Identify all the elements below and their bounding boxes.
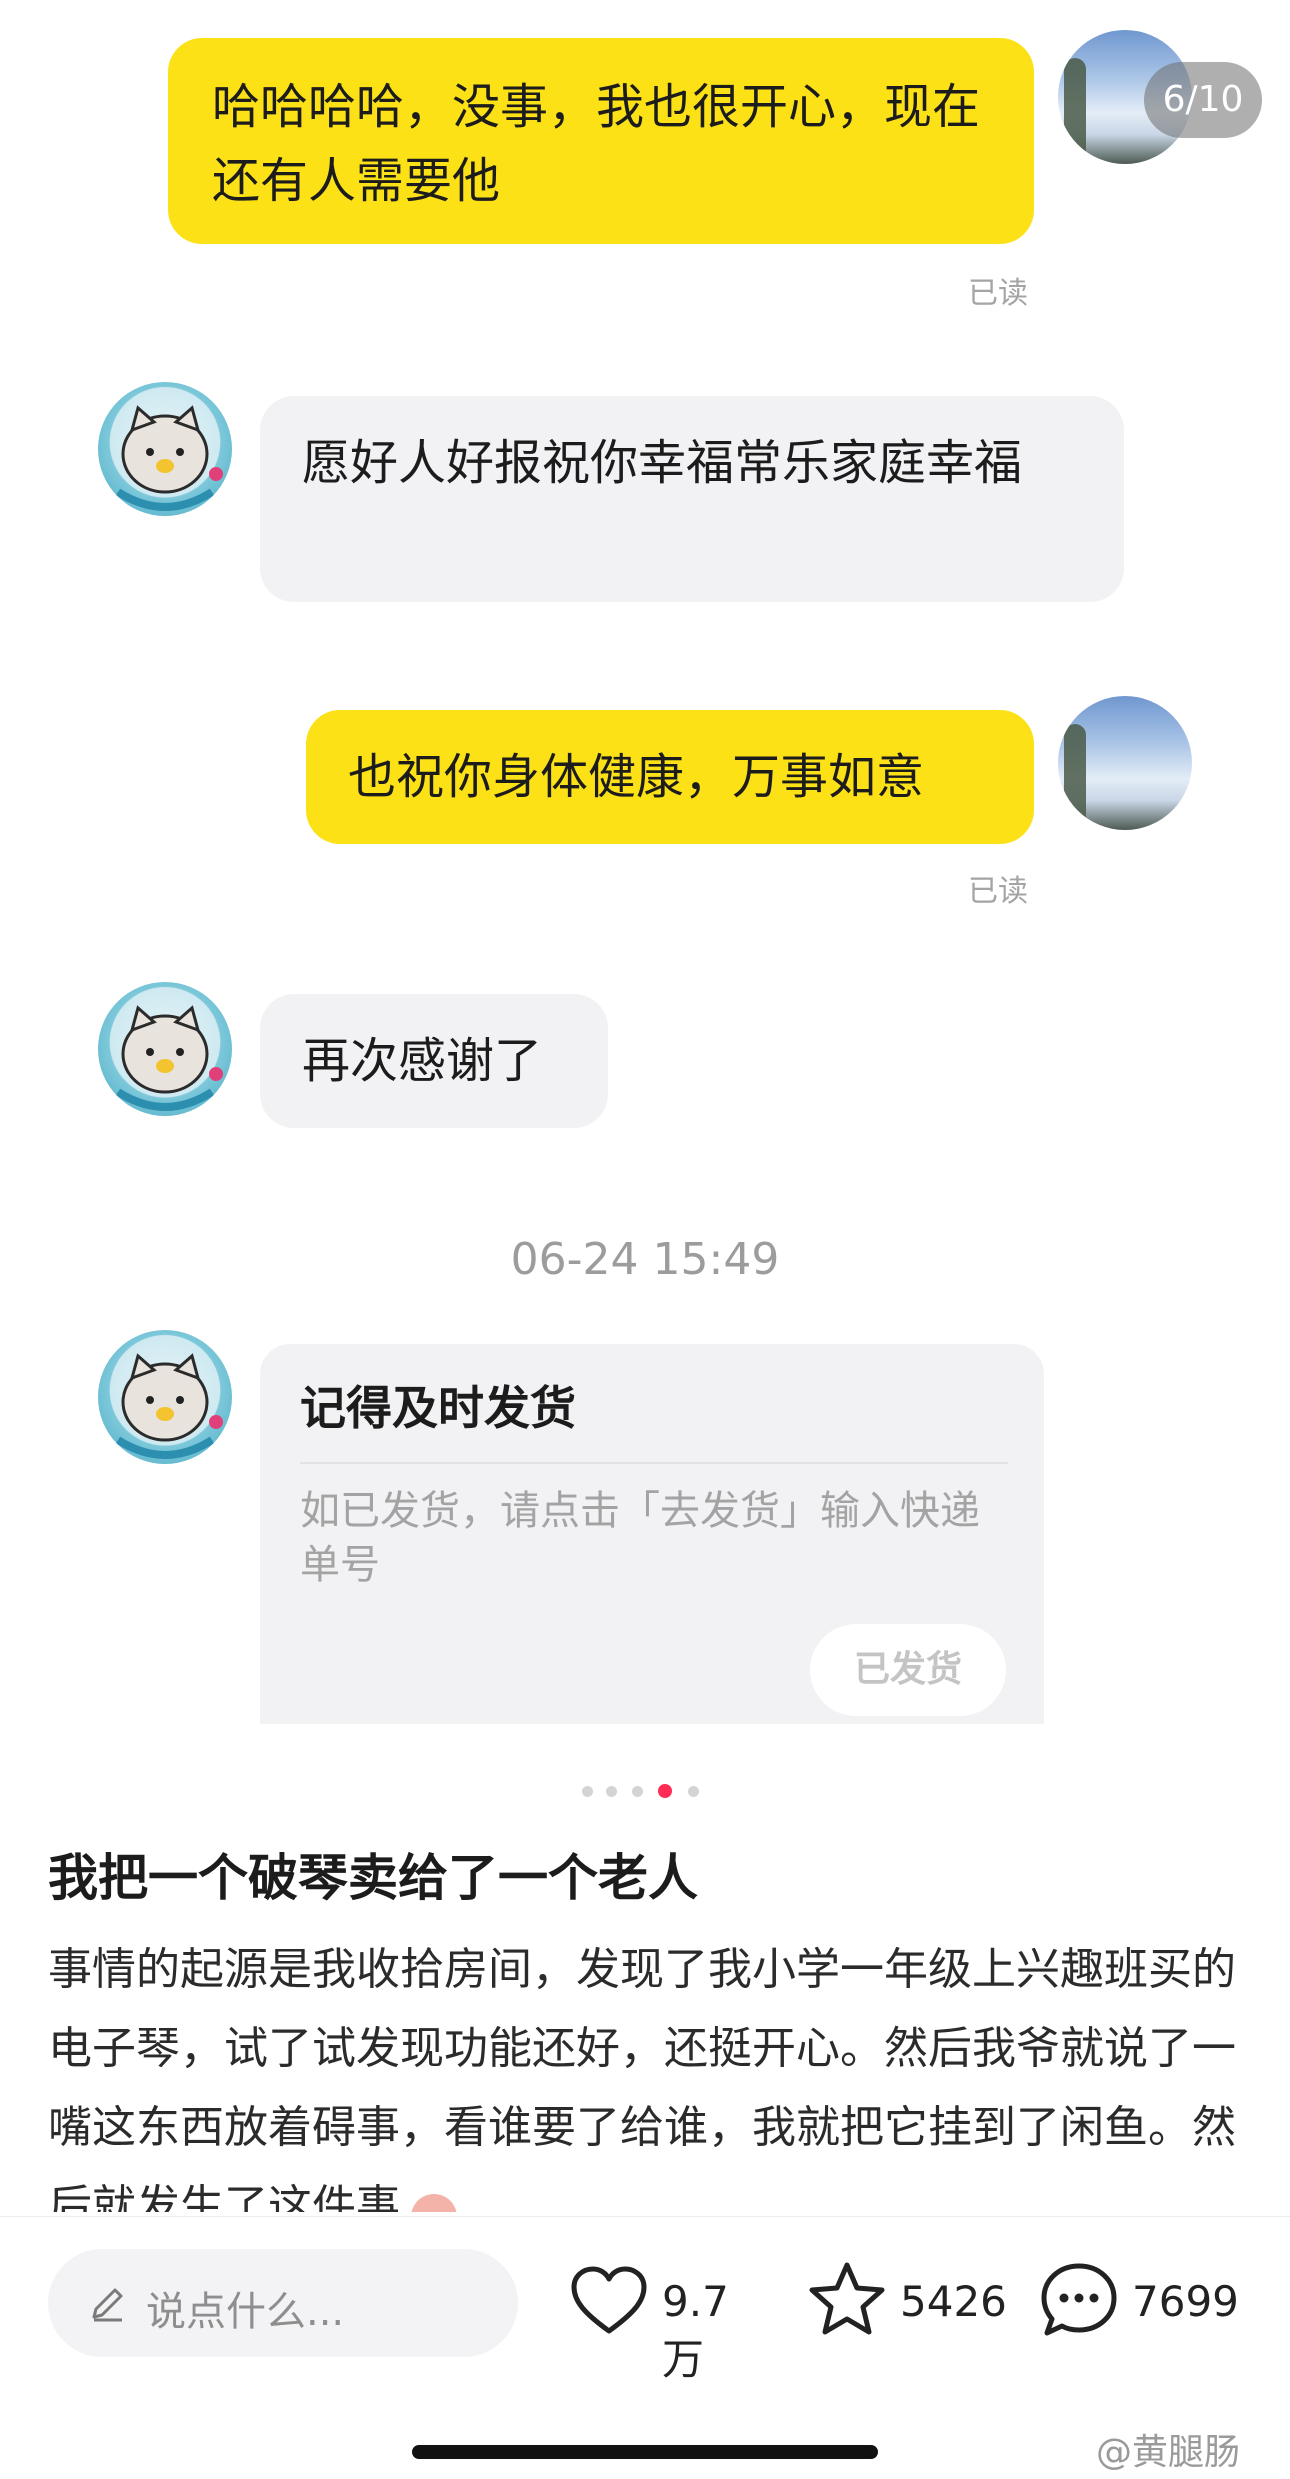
- comment-count: 7699: [1132, 2277, 1239, 2326]
- cat-icon: [115, 405, 223, 511]
- post-title: 我把一个破琴卖给了一个老人: [48, 1849, 698, 1907]
- card-title: 记得及时发货: [300, 1381, 576, 1435]
- comment-button[interactable]: 7699: [1040, 2257, 1260, 2347]
- other-message-bubble: 愿好人好报祝你幸福常乐家庭幸福: [260, 396, 1124, 602]
- message-text: 再次感谢了: [302, 1033, 543, 1089]
- carousel-dot: [632, 1786, 643, 1797]
- other-message-bubble: 再次感谢了: [260, 994, 608, 1128]
- favorite-button[interactable]: 5426: [808, 2257, 1008, 2347]
- carousel-dot: [606, 1786, 617, 1797]
- pencil-icon: [92, 2288, 123, 2322]
- self-message-bubble: 也祝你身体健康，万事如意: [306, 710, 1034, 844]
- self-message-bubble: 哈哈哈哈，没事，我也很开心，现在还有人需要他: [168, 38, 1034, 244]
- post-body: 事情的起源是我收拾房间，发现了我小学一年级上兴趣班买的电子琴，试了试发现功能还好…: [48, 1944, 1236, 2212]
- message-text: 也祝你身体健康，万事如意: [348, 749, 925, 805]
- card-description: 如已发货，请点击「去发货」输入快递单号: [300, 1488, 980, 1588]
- like-button[interactable]: 9.7万: [570, 2259, 770, 2384]
- favorite-count: 5426: [900, 2277, 1007, 2326]
- bottom-action-bar: 说点什么... 9.7万 5426 7699 @黄腿肠: [0, 2216, 1290, 2479]
- cat-icon: [115, 1353, 223, 1459]
- self-avatar[interactable]: [1058, 696, 1192, 830]
- emoji-icon: [411, 2193, 458, 2212]
- read-receipt: 已读: [968, 276, 1028, 311]
- other-avatar[interactable]: [98, 982, 232, 1116]
- carousel-dot-active: [658, 1784, 672, 1798]
- comment-placeholder: 说点什么...: [146, 2289, 345, 2335]
- message-text: 哈哈哈哈，没事，我也很开心，现在还有人需要他: [212, 79, 981, 209]
- comment-bubble-icon: [1041, 2263, 1117, 2336]
- carousel-dot: [688, 1786, 699, 1797]
- shipped-button[interactable]: 已发货: [810, 1624, 1006, 1716]
- cat-icon: [115, 1005, 223, 1111]
- star-icon: [809, 2262, 885, 2335]
- other-avatar[interactable]: [98, 1330, 232, 1464]
- read-receipt: 已读: [968, 874, 1028, 909]
- message-text: 愿好人好报祝你幸福常乐家庭幸福: [302, 435, 1023, 491]
- post-body-clip: 事情的起源是我收拾房间，发现了我小学一年级上兴趣班买的电子琴，试了试发现功能还好…: [48, 1930, 1248, 2212]
- chat-timestamp: 06-24 15:49: [510, 1234, 780, 1285]
- home-indicator: [412, 2445, 878, 2459]
- weibo-watermark: @黄腿肠: [1096, 2432, 1241, 2473]
- card-divider: [300, 1462, 1008, 1464]
- image-counter-badge: 6/10: [1144, 62, 1262, 138]
- ship-reminder-card: 记得及时发货 如已发货，请点击「去发货」输入快递单号 已发货: [260, 1344, 1044, 1724]
- like-count: 9.7万: [662, 2277, 729, 2384]
- carousel-dot: [582, 1786, 593, 1797]
- other-avatar[interactable]: [98, 382, 232, 516]
- heart-icon: [571, 2266, 647, 2334]
- comment-input[interactable]: 说点什么...: [48, 2249, 518, 2357]
